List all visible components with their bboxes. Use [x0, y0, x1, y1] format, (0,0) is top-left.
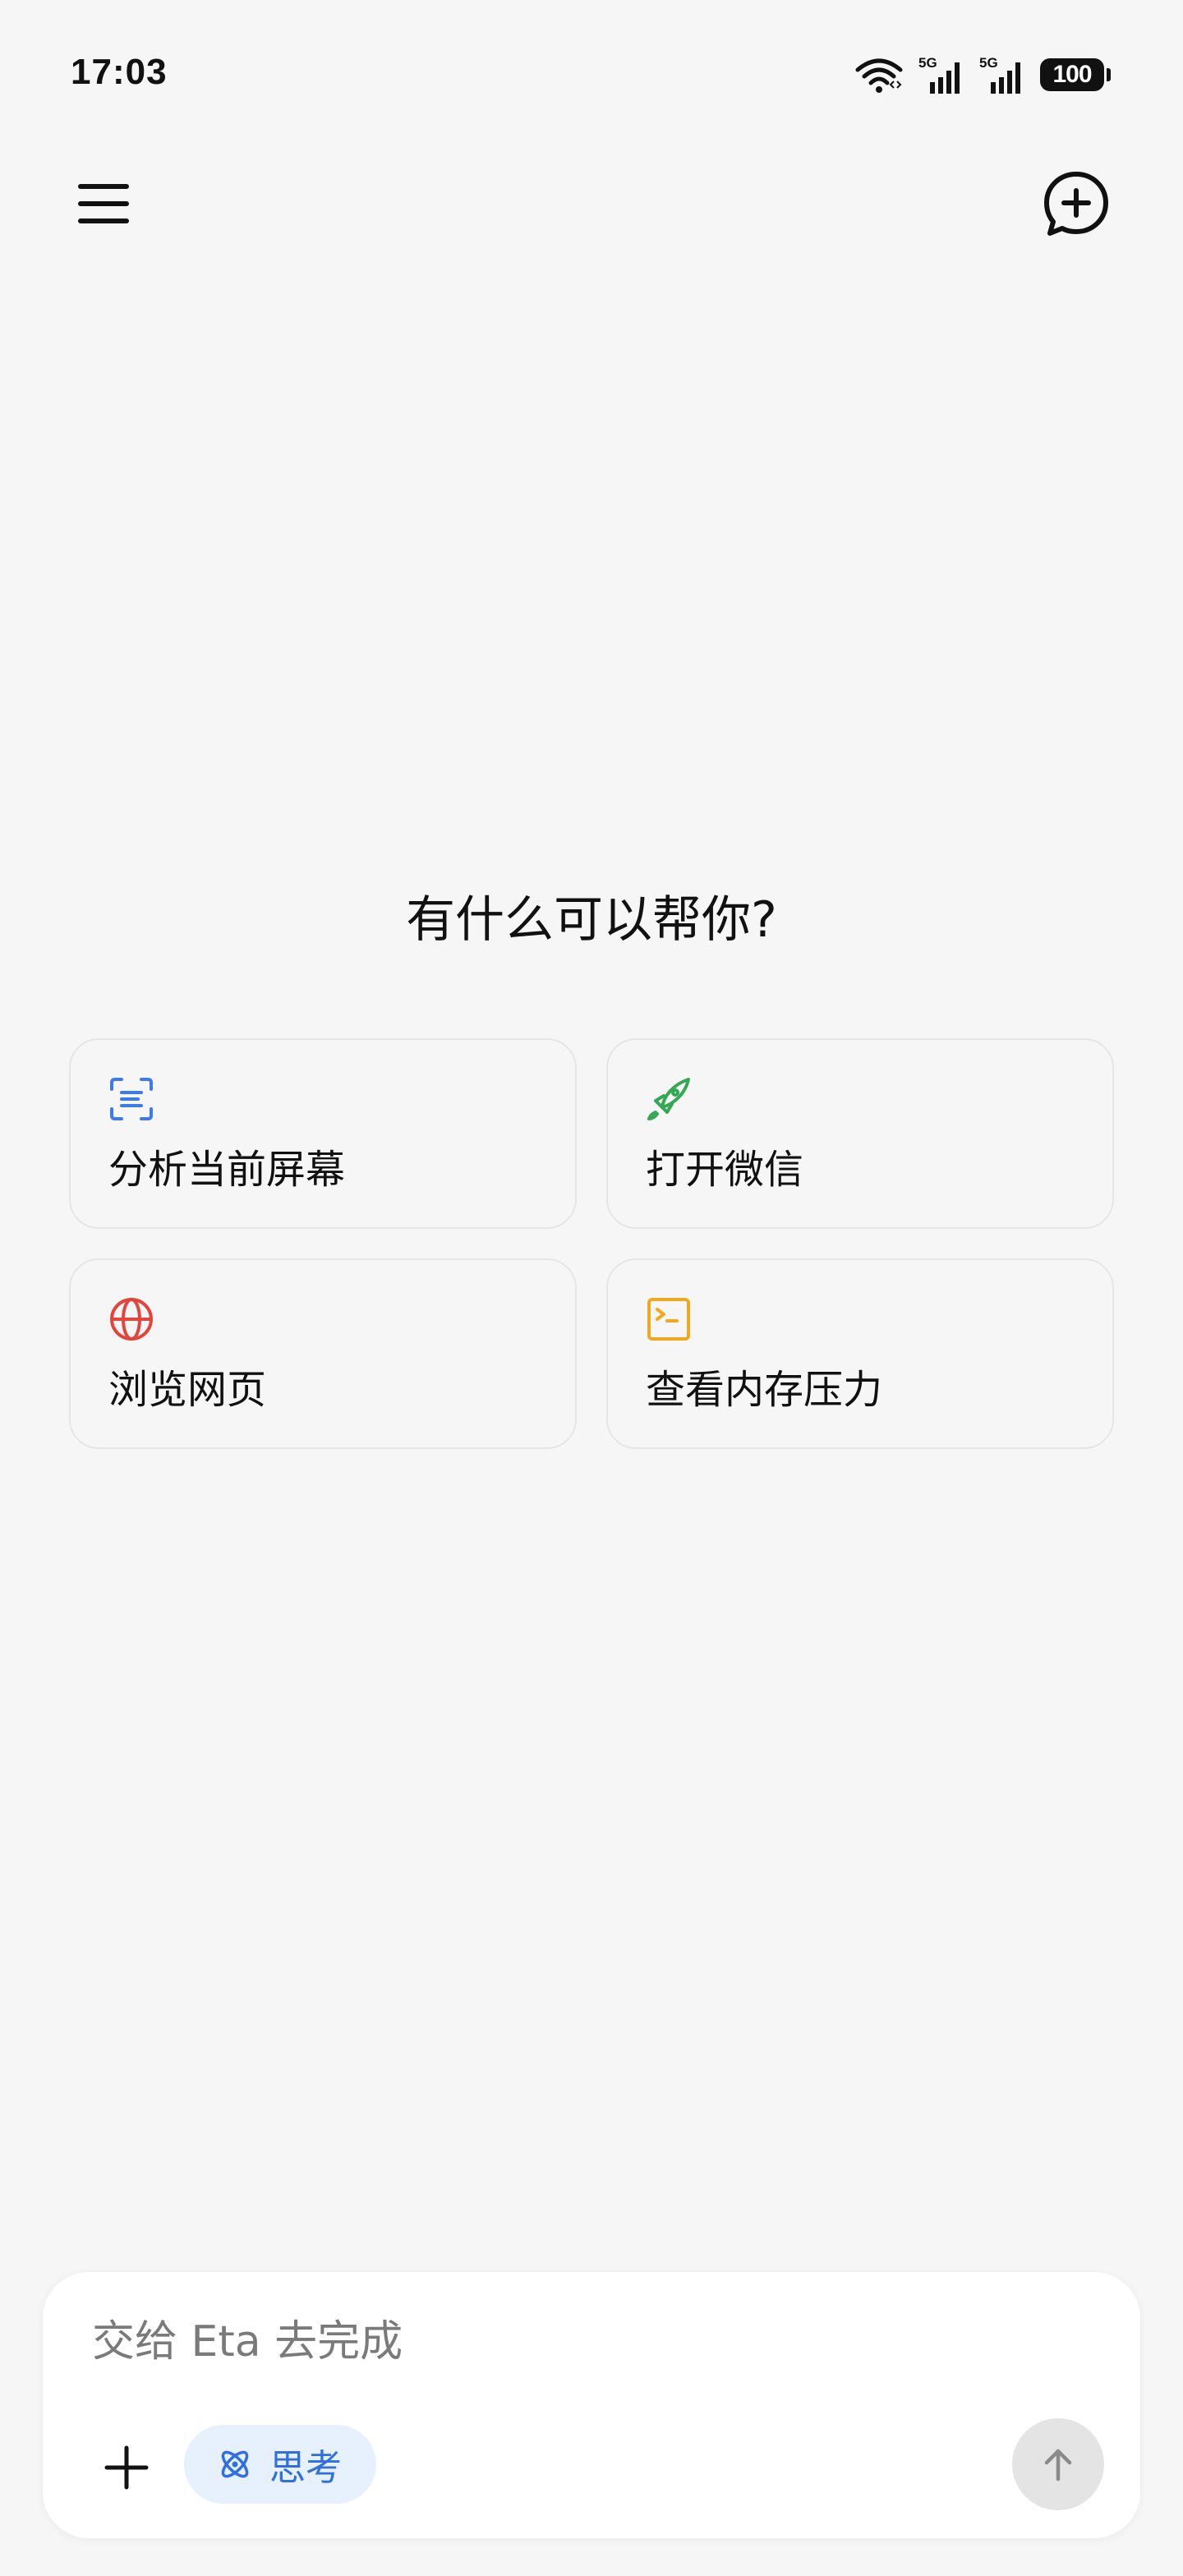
suggestion-label: 查看内存压力	[646, 1367, 883, 1413]
add-attachment-button[interactable]	[92, 2433, 161, 2502]
think-mode-label: 思考	[269, 2447, 342, 2489]
scan-text-icon	[110, 1078, 153, 1120]
battery-icon: 100	[1040, 58, 1111, 91]
suggestion-label: 分析当前屏幕	[108, 1147, 346, 1193]
new-chat-button[interactable]	[1038, 166, 1114, 242]
think-mode-toggle[interactable]: 思考	[184, 2425, 376, 2504]
status-icons: 5G 5G 100	[854, 54, 1111, 95]
menu-button[interactable]	[69, 169, 138, 238]
send-button[interactable]	[1012, 2418, 1104, 2510]
greeting-title: 有什么可以帮你?	[406, 891, 777, 949]
battery-level: 100	[1052, 61, 1092, 88]
message-input[interactable]	[92, 2305, 1078, 2379]
rocket-icon	[647, 1078, 690, 1120]
new-chat-plus-icon	[1044, 172, 1108, 236]
signal-5g-icon: 5G	[918, 55, 960, 94]
svg-text:5G: 5G	[979, 55, 998, 71]
suggestion-card-analyze-screen[interactable]: 分析当前屏幕	[69, 1038, 577, 1229]
svg-text:5G: 5G	[918, 55, 937, 71]
suggestion-label: 浏览网页	[108, 1367, 267, 1413]
suggestion-card-memory-pressure[interactable]: 查看内存压力	[606, 1258, 1114, 1449]
terminal-icon	[647, 1298, 690, 1341]
suggestion-grid: 分析当前屏幕 打开微信 浏览网页 查看内存压力	[69, 1038, 1114, 1449]
hamburger-menu-icon	[78, 184, 129, 223]
arrow-up-icon	[1044, 2449, 1072, 2482]
suggestion-card-browse-web[interactable]: 浏览网页	[69, 1258, 577, 1449]
composer: 思考	[43, 2272, 1140, 2538]
status-time: 17:03	[71, 52, 168, 92]
atom-icon	[221, 2450, 249, 2478]
plus-icon	[104, 2445, 149, 2490]
signal-5g-icon: 5G	[979, 55, 1020, 94]
wifi-icon	[855, 58, 903, 93]
suggestion-label: 打开微信	[646, 1147, 804, 1193]
globe-icon	[110, 1298, 153, 1341]
suggestion-card-open-wechat[interactable]: 打开微信	[606, 1038, 1114, 1229]
